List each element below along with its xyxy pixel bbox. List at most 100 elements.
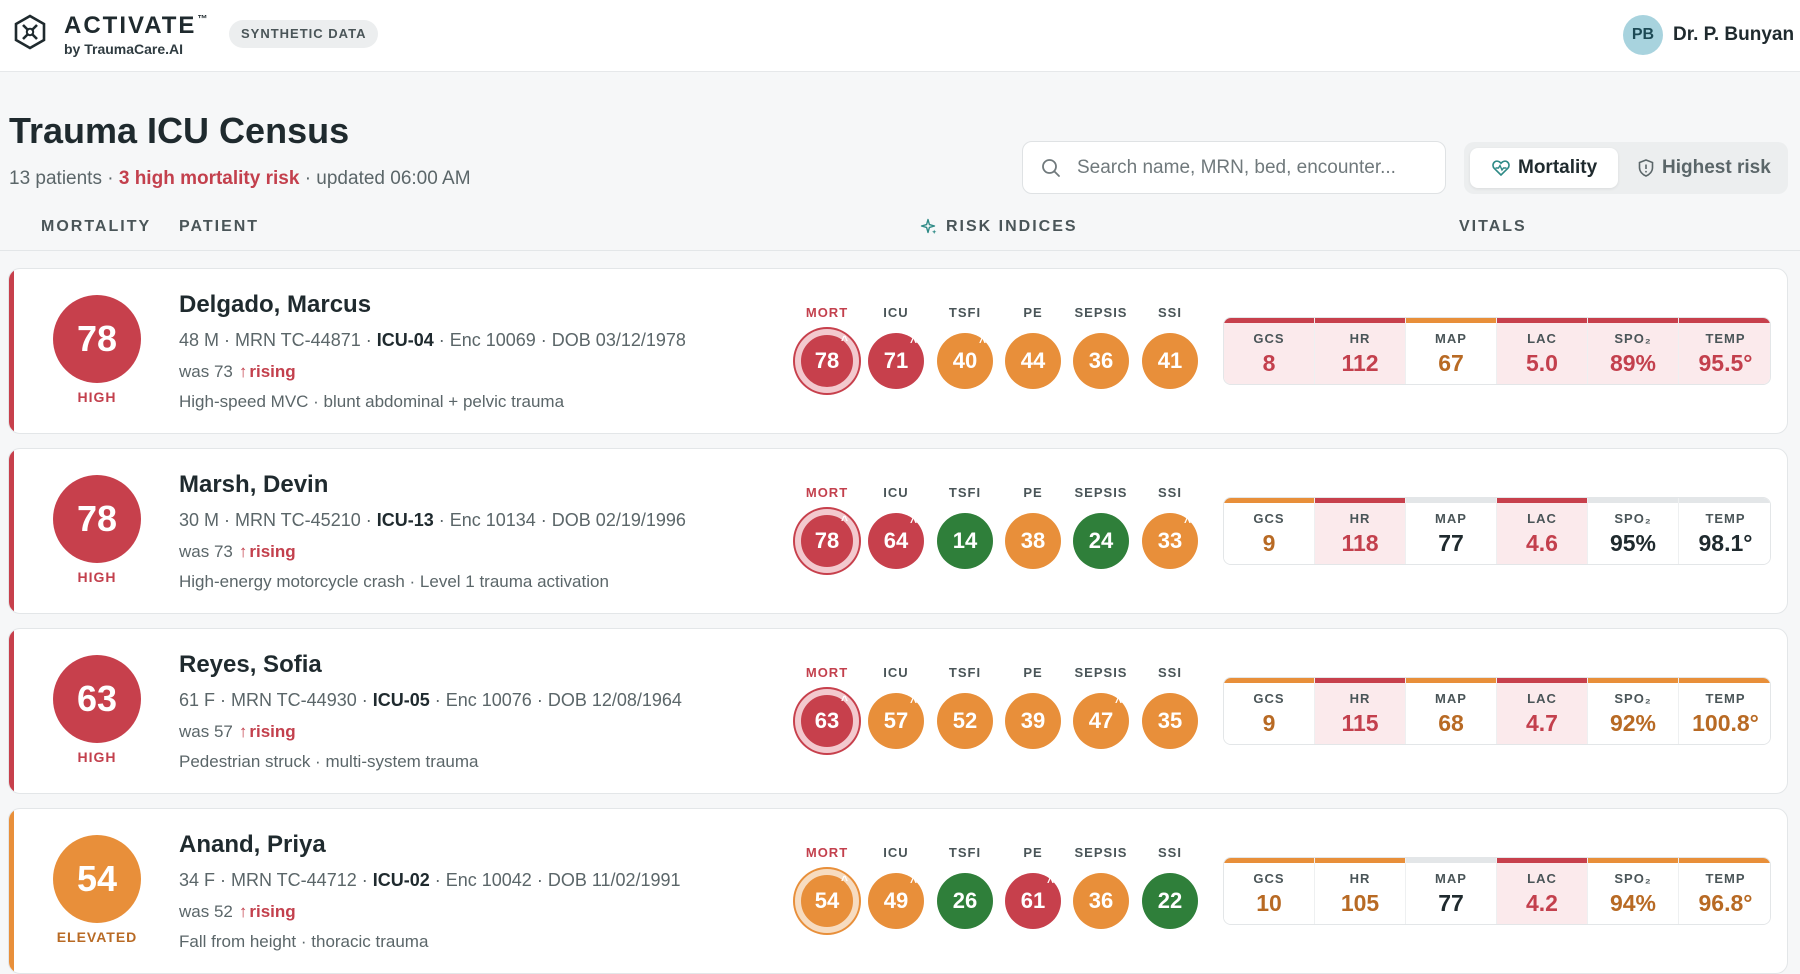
sort-toggle: Mortality Highest risk <box>1464 142 1788 194</box>
vital-map[interactable]: MAP 68 <box>1406 678 1497 744</box>
patient-card[interactable]: 54 ELEVATED Anand, Priya 34 F · MRN TC-4… <box>8 808 1788 974</box>
bed-number: ICU-02 <box>372 870 430 890</box>
vital-lac[interactable]: LAC 5.0 <box>1497 318 1588 384</box>
risk-index-mort[interactable]: 54 ^ <box>795 869 859 933</box>
risk-index-icu[interactable]: 57 ^ <box>868 693 924 749</box>
risk-accent-bar <box>9 809 14 973</box>
risk-index-mort[interactable]: 63 ^ <box>795 689 859 753</box>
vital-status-bar <box>1224 498 1314 503</box>
search-box[interactable] <box>1022 141 1446 194</box>
risk-index-ssi[interactable]: 35 <box>1142 693 1198 749</box>
vital-temp[interactable]: TEMP 95.5° <box>1679 318 1770 384</box>
vital-gcs[interactable]: GCS 9 <box>1224 498 1315 564</box>
patient-card[interactable]: 78 HIGH Marsh, Devin 30 M · MRN TC-45210… <box>8 448 1788 614</box>
mortality-trend: was 73 ↑ rising <box>179 362 296 381</box>
risk-index-icu[interactable]: 71 ^ <box>868 333 924 389</box>
vital-gcs[interactable]: GCS 10 <box>1224 858 1315 924</box>
activate-logo-icon[interactable] <box>12 14 48 50</box>
risk-index-pe[interactable]: 61 ^ <box>1005 873 1061 929</box>
top-bar: ACTIVATE™ by TraumaCare.AI SYNTHETIC DAT… <box>0 0 1800 72</box>
patient-name[interactable]: Reyes, Sofia <box>179 651 322 679</box>
risk-index-sepsis[interactable]: 36 <box>1073 873 1129 929</box>
sort-highest-risk-button[interactable]: Highest risk <box>1624 148 1784 188</box>
index-label-icu: ICU <box>883 845 909 860</box>
risk-index-tsfi[interactable]: 26 <box>937 873 993 929</box>
vital-lac[interactable]: LAC 4.6 <box>1497 498 1588 564</box>
risk-index-sepsis[interactable]: 36 <box>1073 333 1129 389</box>
col-header-patient[interactable]: PATIENT <box>179 218 259 236</box>
risk-index-tsfi[interactable]: 14 <box>937 513 993 569</box>
risk-index-sepsis[interactable]: 47 ^ <box>1073 693 1129 749</box>
patient-name[interactable]: Marsh, Devin <box>179 471 328 499</box>
risk-index-icu[interactable]: 49 ^ <box>868 873 924 929</box>
user-avatar[interactable]: PB <box>1623 15 1663 55</box>
sort-mortality-button[interactable]: Mortality <box>1470 148 1618 188</box>
vital-lac[interactable]: LAC 4.2 <box>1497 858 1588 924</box>
vital-status-bar <box>1679 858 1770 863</box>
vital-spo2[interactable]: SPO₂ 94% <box>1588 858 1679 924</box>
vital-gcs[interactable]: GCS 9 <box>1224 678 1315 744</box>
risk-index-pe[interactable]: 38 <box>1005 513 1061 569</box>
injury-description: Fall from height · thoracic trauma <box>179 932 429 951</box>
vital-status-bar <box>1679 678 1770 683</box>
rising-caret-icon: ^ <box>909 515 917 529</box>
risk-index-mort[interactable]: 78 ^ <box>795 509 859 573</box>
risk-index-ssi[interactable]: 41 <box>1142 333 1198 389</box>
vital-hr[interactable]: HR 115 <box>1315 678 1406 744</box>
vital-gcs[interactable]: GCS 8 <box>1224 318 1315 384</box>
mortality-score[interactable]: 63 <box>53 655 141 743</box>
trademark: ™ <box>197 14 208 25</box>
mortality-score[interactable]: 78 <box>53 295 141 383</box>
search-input[interactable] <box>1077 152 1427 184</box>
risk-index-sepsis[interactable]: 24 <box>1073 513 1129 569</box>
vitals-strip: GCS 8 HR 112 MAP 67 LAC 5.0 SPO₂ 89% TEMP 95.5° <box>1223 317 1771 385</box>
user-name[interactable]: Dr. P. Bunyan <box>1673 24 1794 46</box>
index-label-sepsis: SEPSIS <box>1074 485 1128 500</box>
risk-index-ssi[interactable]: 22 <box>1142 873 1198 929</box>
risk-index-ssi[interactable]: 33 ^ <box>1142 513 1198 569</box>
risk-index-mort[interactable]: 78 ^ <box>795 329 859 393</box>
index-label-icu: ICU <box>883 485 909 500</box>
risk-index-tsfi[interactable]: 52 <box>937 693 993 749</box>
shield-icon <box>1638 159 1654 177</box>
bed-number: ICU-04 <box>376 330 434 350</box>
vital-map[interactable]: MAP 77 <box>1406 498 1497 564</box>
vital-hr[interactable]: HR 118 <box>1315 498 1406 564</box>
index-label-ssi: SSI <box>1158 485 1182 500</box>
patient-card[interactable]: 78 HIGH Delgado, Marcus 48 M · MRN TC-44… <box>8 268 1788 434</box>
page-title: Trauma ICU Census <box>9 110 350 151</box>
vital-spo2[interactable]: SPO₂ 89% <box>1588 318 1679 384</box>
header-divider <box>0 250 1800 251</box>
col-header-vitals[interactable]: VITALS <box>1459 218 1527 236</box>
vital-status-bar <box>1497 678 1587 683</box>
risk-index-icu[interactable]: 64 ^ <box>868 513 924 569</box>
vital-lac[interactable]: LAC 4.7 <box>1497 678 1588 744</box>
vital-temp[interactable]: TEMP 100.8° <box>1679 678 1770 744</box>
vital-map[interactable]: MAP 77 <box>1406 858 1497 924</box>
patient-name[interactable]: Delgado, Marcus <box>179 291 371 319</box>
col-header-risk-indices[interactable]: RISK INDICES <box>920 218 1078 236</box>
vital-hr[interactable]: HR 112 <box>1315 318 1406 384</box>
vital-spo2[interactable]: SPO₂ 92% <box>1588 678 1679 744</box>
patient-name[interactable]: Anand, Priya <box>179 831 326 859</box>
high-risk-count[interactable]: 3 high mortality risk <box>119 168 300 189</box>
vital-temp[interactable]: TEMP 96.8° <box>1679 858 1770 924</box>
index-label-sepsis: SEPSIS <box>1074 845 1128 860</box>
mortality-score[interactable]: 78 <box>53 475 141 563</box>
patient-meta: 34 F · MRN TC-44712 · ICU-02 · Enc 10042… <box>179 870 681 890</box>
patient-card[interactable]: 63 HIGH Reyes, Sofia 61 F · MRN TC-44930… <box>8 628 1788 794</box>
vitals-strip: GCS 9 HR 118 MAP 77 LAC 4.6 SPO₂ 95% TEMP 98.1° <box>1223 497 1771 565</box>
vital-map[interactable]: MAP 67 <box>1406 318 1497 384</box>
risk-index-pe[interactable]: 44 <box>1005 333 1061 389</box>
index-label-ssi: SSI <box>1158 665 1182 680</box>
mortality-score[interactable]: 54 <box>53 835 141 923</box>
injury-description: Pedestrian struck · multi-system trauma <box>179 752 479 771</box>
brand-name[interactable]: ACTIVATE™ <box>64 12 207 40</box>
col-header-mortality[interactable]: MORTALITY <box>41 218 151 236</box>
vital-hr[interactable]: HR 105 <box>1315 858 1406 924</box>
vital-temp[interactable]: TEMP 98.1° <box>1679 498 1770 564</box>
risk-index-tsfi[interactable]: 40 ^ <box>937 333 993 389</box>
index-label-mort: MORT <box>805 485 849 500</box>
risk-index-pe[interactable]: 39 <box>1005 693 1061 749</box>
vital-spo2[interactable]: SPO₂ 95% <box>1588 498 1679 564</box>
